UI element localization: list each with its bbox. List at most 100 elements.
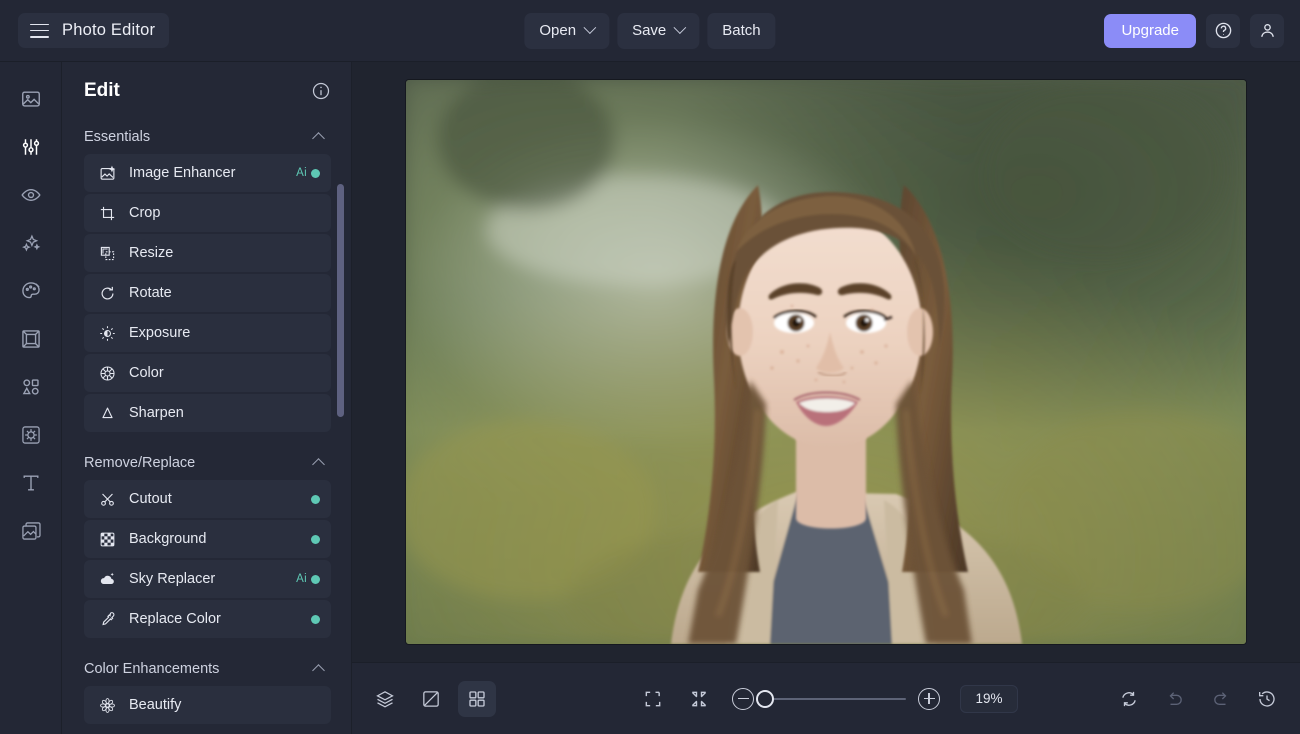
tool-item-sky-replacer[interactable]: Sky Replacer Ai bbox=[84, 560, 331, 598]
rail-item-layers[interactable] bbox=[8, 508, 54, 554]
rail-item-palette[interactable] bbox=[8, 268, 54, 314]
tool-item-color[interactable]: Color bbox=[84, 354, 331, 392]
rail-item-text[interactable] bbox=[8, 460, 54, 506]
tool-item-background[interactable]: Background bbox=[84, 520, 331, 558]
edit-panel-header: Edit bbox=[62, 62, 351, 120]
zoom-level-value[interactable]: 19% bbox=[960, 685, 1018, 713]
help-button[interactable] bbox=[1206, 14, 1240, 48]
resize-icon bbox=[98, 245, 117, 262]
layers-button[interactable] bbox=[366, 681, 404, 717]
chevron-up-icon bbox=[312, 132, 325, 145]
upgrade-button[interactable]: Upgrade bbox=[1104, 14, 1196, 48]
tool-badge: Ai bbox=[296, 573, 320, 585]
batch-label: Batch bbox=[722, 22, 760, 39]
sharpen-icon bbox=[98, 405, 117, 422]
page-title: Edit bbox=[84, 80, 120, 102]
fit-screen-button[interactable] bbox=[634, 681, 672, 717]
rail-item-retouch[interactable] bbox=[8, 412, 54, 458]
tool-label: Exposure bbox=[129, 325, 320, 341]
group-header-color-enhancements[interactable]: Color Enhancements bbox=[84, 652, 331, 686]
rail-item-effects[interactable] bbox=[8, 220, 54, 266]
app-menu-button[interactable]: Photo Editor bbox=[18, 13, 169, 48]
panel-info-button[interactable] bbox=[311, 81, 331, 101]
layers-icon bbox=[375, 689, 395, 709]
tool-badge bbox=[311, 495, 320, 504]
bottom-toolbar: 19% bbox=[352, 662, 1300, 734]
tool-item-resize[interactable]: Resize bbox=[84, 234, 331, 272]
open-button[interactable]: Open bbox=[524, 13, 609, 49]
status-dot bbox=[311, 495, 320, 504]
rail-item-frame[interactable] bbox=[8, 316, 54, 362]
redo-icon bbox=[1211, 689, 1231, 709]
panel-scrollbar-thumb[interactable] bbox=[337, 184, 344, 417]
group-items-remove-replace: Cutout bbox=[84, 480, 331, 638]
zoom-controls: 19% bbox=[634, 681, 1018, 717]
tool-item-sharpen[interactable]: Sharpen bbox=[84, 394, 331, 432]
tool-label: Sky Replacer bbox=[129, 571, 296, 587]
tool-item-image-enhancer[interactable]: Image Enhancer Ai bbox=[84, 154, 331, 192]
zoom-slider-knob[interactable] bbox=[756, 690, 774, 708]
frame-icon bbox=[20, 328, 42, 350]
rail-item-adjust[interactable] bbox=[8, 124, 54, 170]
save-button[interactable]: Save bbox=[617, 13, 699, 49]
group-header-essentials[interactable]: Essentials bbox=[84, 120, 331, 154]
reset-button[interactable] bbox=[1110, 681, 1148, 717]
zoom-out-icon[interactable] bbox=[732, 688, 754, 710]
compare-split-icon bbox=[421, 689, 441, 709]
edit-panel: Edit Essentials bbox=[62, 62, 352, 734]
color-wheel-icon bbox=[98, 365, 117, 382]
tool-badge bbox=[311, 615, 320, 624]
compare-button[interactable] bbox=[412, 681, 450, 717]
tool-label: Cutout bbox=[129, 491, 311, 507]
tool-label: Background bbox=[129, 531, 311, 547]
text-icon bbox=[20, 472, 42, 494]
sliders-icon bbox=[20, 136, 42, 158]
edit-panel-scroll-area: Essentials Image Enhancer bbox=[62, 120, 351, 734]
top-right-actions: Upgrade bbox=[1104, 14, 1284, 48]
tool-label: Replace Color bbox=[129, 611, 311, 627]
zoom-in-icon[interactable] bbox=[918, 688, 940, 710]
bottom-right-actions bbox=[1110, 681, 1286, 717]
scissors-icon bbox=[98, 491, 117, 508]
tool-label: Sharpen bbox=[129, 405, 320, 421]
rail-item-shapes[interactable] bbox=[8, 364, 54, 410]
sky-icon bbox=[98, 571, 117, 588]
undo-icon bbox=[1165, 689, 1185, 709]
tool-item-crop[interactable]: Crop bbox=[84, 194, 331, 232]
ai-badge-label: Ai bbox=[296, 573, 307, 585]
canvas-area: 19% bbox=[352, 62, 1300, 734]
ai-badge-label: Ai bbox=[296, 167, 307, 179]
status-dot bbox=[311, 169, 320, 178]
account-button[interactable] bbox=[1250, 14, 1284, 48]
batch-button[interactable]: Batch bbox=[707, 13, 775, 49]
status-dot bbox=[311, 575, 320, 584]
tool-label: Image Enhancer bbox=[129, 165, 296, 181]
tool-item-beautify[interactable]: Beautify bbox=[84, 686, 331, 724]
tool-item-exposure[interactable]: Exposure bbox=[84, 314, 331, 352]
tool-label: Beautify bbox=[129, 697, 320, 713]
rail-item-image[interactable] bbox=[8, 76, 54, 122]
rail-item-view[interactable] bbox=[8, 172, 54, 218]
tool-label: Color bbox=[129, 365, 320, 381]
bottom-left-actions bbox=[366, 681, 496, 717]
photo-preview[interactable] bbox=[406, 80, 1246, 644]
tool-item-cutout[interactable]: Cutout bbox=[84, 480, 331, 518]
group-items-essentials: Image Enhancer Ai Crop bbox=[84, 154, 331, 432]
editor-body: Edit Essentials bbox=[0, 62, 1300, 734]
group-header-remove-replace[interactable]: Remove/Replace bbox=[84, 446, 331, 480]
group-label: Color Enhancements bbox=[84, 661, 219, 677]
redo-button[interactable] bbox=[1202, 681, 1240, 717]
image-enhance-icon bbox=[98, 165, 117, 182]
tool-item-replace-color[interactable]: Replace Color bbox=[84, 600, 331, 638]
image-canvas[interactable] bbox=[352, 62, 1300, 662]
shapes-icon bbox=[20, 376, 42, 398]
tool-badge: Ai bbox=[296, 167, 320, 179]
grid-view-button[interactable] bbox=[458, 681, 496, 717]
zoom-slider-track[interactable] bbox=[766, 698, 906, 700]
shrink-view-button[interactable] bbox=[680, 681, 718, 717]
undo-button[interactable] bbox=[1156, 681, 1194, 717]
chevron-down-icon bbox=[673, 21, 686, 34]
history-button[interactable] bbox=[1248, 681, 1286, 717]
rotate-icon bbox=[98, 285, 117, 302]
tool-item-rotate[interactable]: Rotate bbox=[84, 274, 331, 312]
